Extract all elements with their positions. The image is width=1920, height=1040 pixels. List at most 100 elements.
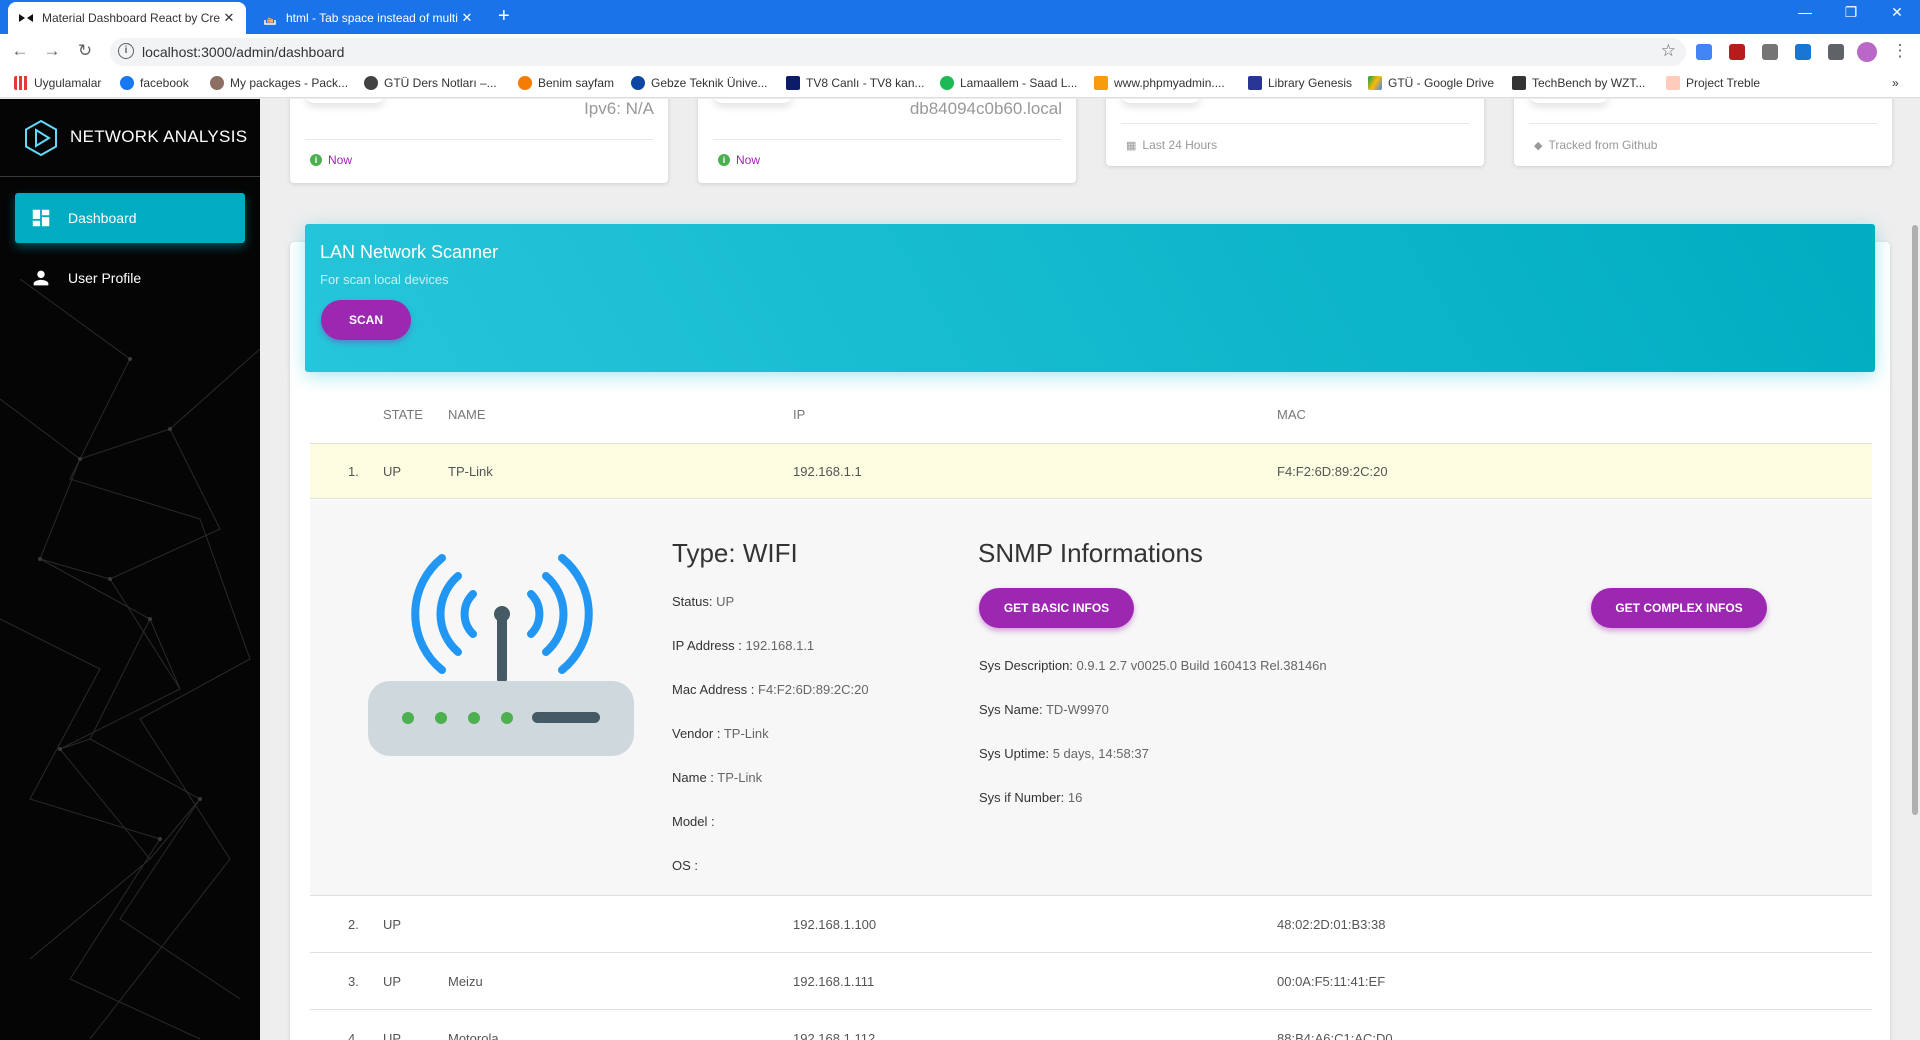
- row-state: UP: [383, 1031, 402, 1040]
- row-name: Meizu: [448, 974, 483, 989]
- snmp-title: SNMP Informations: [978, 538, 1203, 568]
- close-window-icon[interactable]: ✕: [1874, 4, 1920, 21]
- dashboard-icon: [32, 209, 50, 227]
- field-ip-address: IP Address : 192.168.1.1: [672, 638, 814, 653]
- tab-close-icon[interactable]: ✕: [460, 10, 474, 26]
- scanner-title: LAN Network Scanner: [320, 242, 499, 262]
- column-header-mac: MAC: [1277, 407, 1306, 422]
- bookmark-project-treble[interactable]: Project Treble: [1666, 76, 1760, 90]
- bookmark-gebze[interactable]: Gebze Teknik Ünive...: [631, 76, 768, 90]
- ublock-extension-icon[interactable]: [1729, 44, 1745, 60]
- stat-card-hostname: db84094c0b60.local i Now: [698, 99, 1076, 183]
- card-icon-stub: [1529, 99, 1609, 103]
- stat-footer-text: Last 24 Hours: [1142, 138, 1218, 152]
- new-tab-icon[interactable]: +: [498, 5, 510, 28]
- bookmark-gtu-drive[interactable]: GTÜ - Google Drive: [1368, 76, 1494, 90]
- bookmark-label: TechBench by WZT...: [1532, 76, 1646, 90]
- get-basic-infos-button[interactable]: GET BASIC INFOS: [979, 588, 1134, 628]
- page-scrollbar[interactable]: [1912, 225, 1918, 815]
- react-logo-icon: [25, 119, 57, 157]
- field-name: Name : TP-Link: [672, 770, 762, 785]
- bookmark-lamaallem[interactable]: Lamaallem - Saad L...: [940, 76, 1077, 90]
- bookmark-label: GTÜ - Google Drive: [1388, 76, 1495, 90]
- row-mac: 88:B4:A6:C1:AC:D0: [1277, 1031, 1393, 1040]
- row-ip: 192.168.1.100: [793, 917, 877, 932]
- stat-footer: i Now: [310, 153, 352, 167]
- restore-icon[interactable]: ❐: [1828, 4, 1874, 21]
- field-label: Model :: [672, 814, 715, 829]
- bookmarks-overflow-icon[interactable]: »: [1892, 76, 1899, 90]
- bookmark-apps[interactable]: Uygulamalar: [14, 76, 101, 90]
- bookmark-label: TV8 Canlı - TV8 kan...: [806, 76, 925, 90]
- university-icon: [631, 76, 645, 90]
- back-icon[interactable]: ←: [8, 41, 32, 61]
- main-content: Ipv6: N/A i Now db84094c0b60.local i Now…: [260, 99, 1920, 1040]
- techbench-icon: [1512, 76, 1526, 90]
- wifi-router-icon: [368, 554, 634, 756]
- bookmark-benim-sayfam[interactable]: Benim sayfam: [518, 76, 614, 90]
- bookmark-phpmyadmin[interactable]: www.phpmyadmin....: [1094, 76, 1225, 90]
- reload-icon[interactable]: ↻: [73, 41, 97, 61]
- field-label: OS :: [672, 858, 699, 873]
- forward-icon[interactable]: →: [40, 41, 64, 61]
- bookmark-label: Benim sayfam: [538, 76, 615, 90]
- sidebar-item-label: Dashboard: [68, 210, 137, 226]
- profile-avatar-icon[interactable]: [1857, 42, 1877, 62]
- bookmark-label: facebook: [140, 76, 189, 90]
- browser-tab-inactive[interactable]: html - Tab space instead of multi ✕: [252, 2, 484, 34]
- row-ip: 192.168.1.112: [793, 1031, 876, 1040]
- field-label: Sys Description:: [979, 658, 1073, 673]
- translate-extension-icon[interactable]: [1696, 44, 1712, 60]
- table-row[interactable]: 3. UP Meizu 192.168.1.111 00:0A:F5:11:41…: [310, 954, 1872, 1010]
- row-mac: F4:F2:6D:89:2C:20: [1277, 464, 1388, 479]
- field-vendor: Vendor : TP-Link: [672, 726, 769, 741]
- bookmark-star-icon[interactable]: ☆: [1661, 41, 1676, 61]
- card-icon-stub: [305, 99, 385, 103]
- tab-title: Material Dashboard React by Cre: [42, 11, 221, 25]
- library-icon: [1248, 76, 1262, 90]
- bookmark-label: Gebze Teknik Ünive...: [651, 76, 768, 90]
- get-complex-infos-button[interactable]: GET COMPLEX INFOS: [1591, 588, 1767, 628]
- scanner-subtitle: For scan local devices: [320, 272, 449, 287]
- translate-alt-extension-icon[interactable]: [1795, 44, 1811, 60]
- xda-icon: [1666, 76, 1680, 90]
- package-icon: [210, 76, 224, 90]
- table-row[interactable]: 2. UP 192.168.1.100 48:02:2D:01:B3:38: [310, 897, 1872, 953]
- sidebar-item-dashboard[interactable]: Dashboard: [15, 193, 245, 243]
- minimize-icon[interactable]: —: [1782, 4, 1828, 20]
- field-value: 0.9.1 2.7 v0025.0 Build 160413 Rel.38146…: [1076, 658, 1327, 673]
- row-ip: 192.168.1.1: [793, 464, 862, 479]
- sidebar-brand[interactable]: NETWORK ANALYSIS: [0, 99, 260, 177]
- stackoverflow-favicon-icon: [262, 10, 278, 26]
- camera-extension-icon[interactable]: [1762, 44, 1778, 60]
- table-row[interactable]: 1. UP TP-Link 192.168.1.1 F4:F2:6D:89:2C…: [310, 443, 1872, 499]
- bookmark-facebook[interactable]: facebook: [120, 76, 189, 90]
- bookmark-gtu-notes[interactable]: GTÜ Ders Notları –...: [364, 76, 497, 90]
- bookmark-tv8[interactable]: TV8 Canlı - TV8 kan...: [786, 76, 925, 90]
- gtu-icon: [364, 76, 378, 90]
- sidebar-item-user-profile[interactable]: User Profile: [15, 253, 245, 303]
- snmp-sys-uptime: Sys Uptime: 5 days, 14:58:37: [979, 746, 1149, 761]
- row-state: UP: [383, 464, 402, 479]
- field-label: IP Address :: [672, 638, 742, 653]
- bookmark-libgen[interactable]: Library Genesis: [1248, 76, 1352, 90]
- bookmark-label: GTÜ Ders Notları –...: [384, 76, 497, 90]
- chrome-menu-icon[interactable]: ⋮: [1888, 41, 1912, 61]
- tab-close-icon[interactable]: ✕: [222, 10, 236, 26]
- table-row[interactable]: 4. UP Motorola 192.168.1.112 88:B4:A6:C1…: [310, 1011, 1872, 1040]
- field-value: 16: [1067, 790, 1083, 805]
- bookmark-techbench[interactable]: TechBench by WZT...: [1512, 76, 1645, 90]
- url-text: localhost:3000/admin/dashboard: [142, 44, 345, 60]
- bookmark-label: Lamaallem - Saad L...: [960, 76, 1078, 90]
- row-mac: 48:02:2D:01:B3:38: [1277, 917, 1386, 932]
- stat-card-ipv6: Ipv6: N/A i Now: [290, 99, 668, 183]
- extensions-puzzle-icon[interactable]: [1828, 44, 1844, 60]
- site-info-icon[interactable]: i: [118, 43, 134, 59]
- address-bar[interactable]: i localhost:3000/admin/dashboard ☆: [110, 38, 1686, 66]
- bookmark-packages[interactable]: My packages - Pack...: [210, 76, 348, 90]
- field-value: 5 days, 14:58:37: [1052, 746, 1149, 761]
- field-label: Sys if Number:: [979, 790, 1065, 805]
- tv8-icon: [786, 76, 800, 90]
- browser-tab-active[interactable]: Material Dashboard React by Cre ✕: [8, 2, 246, 34]
- scan-button[interactable]: SCAN: [321, 300, 411, 340]
